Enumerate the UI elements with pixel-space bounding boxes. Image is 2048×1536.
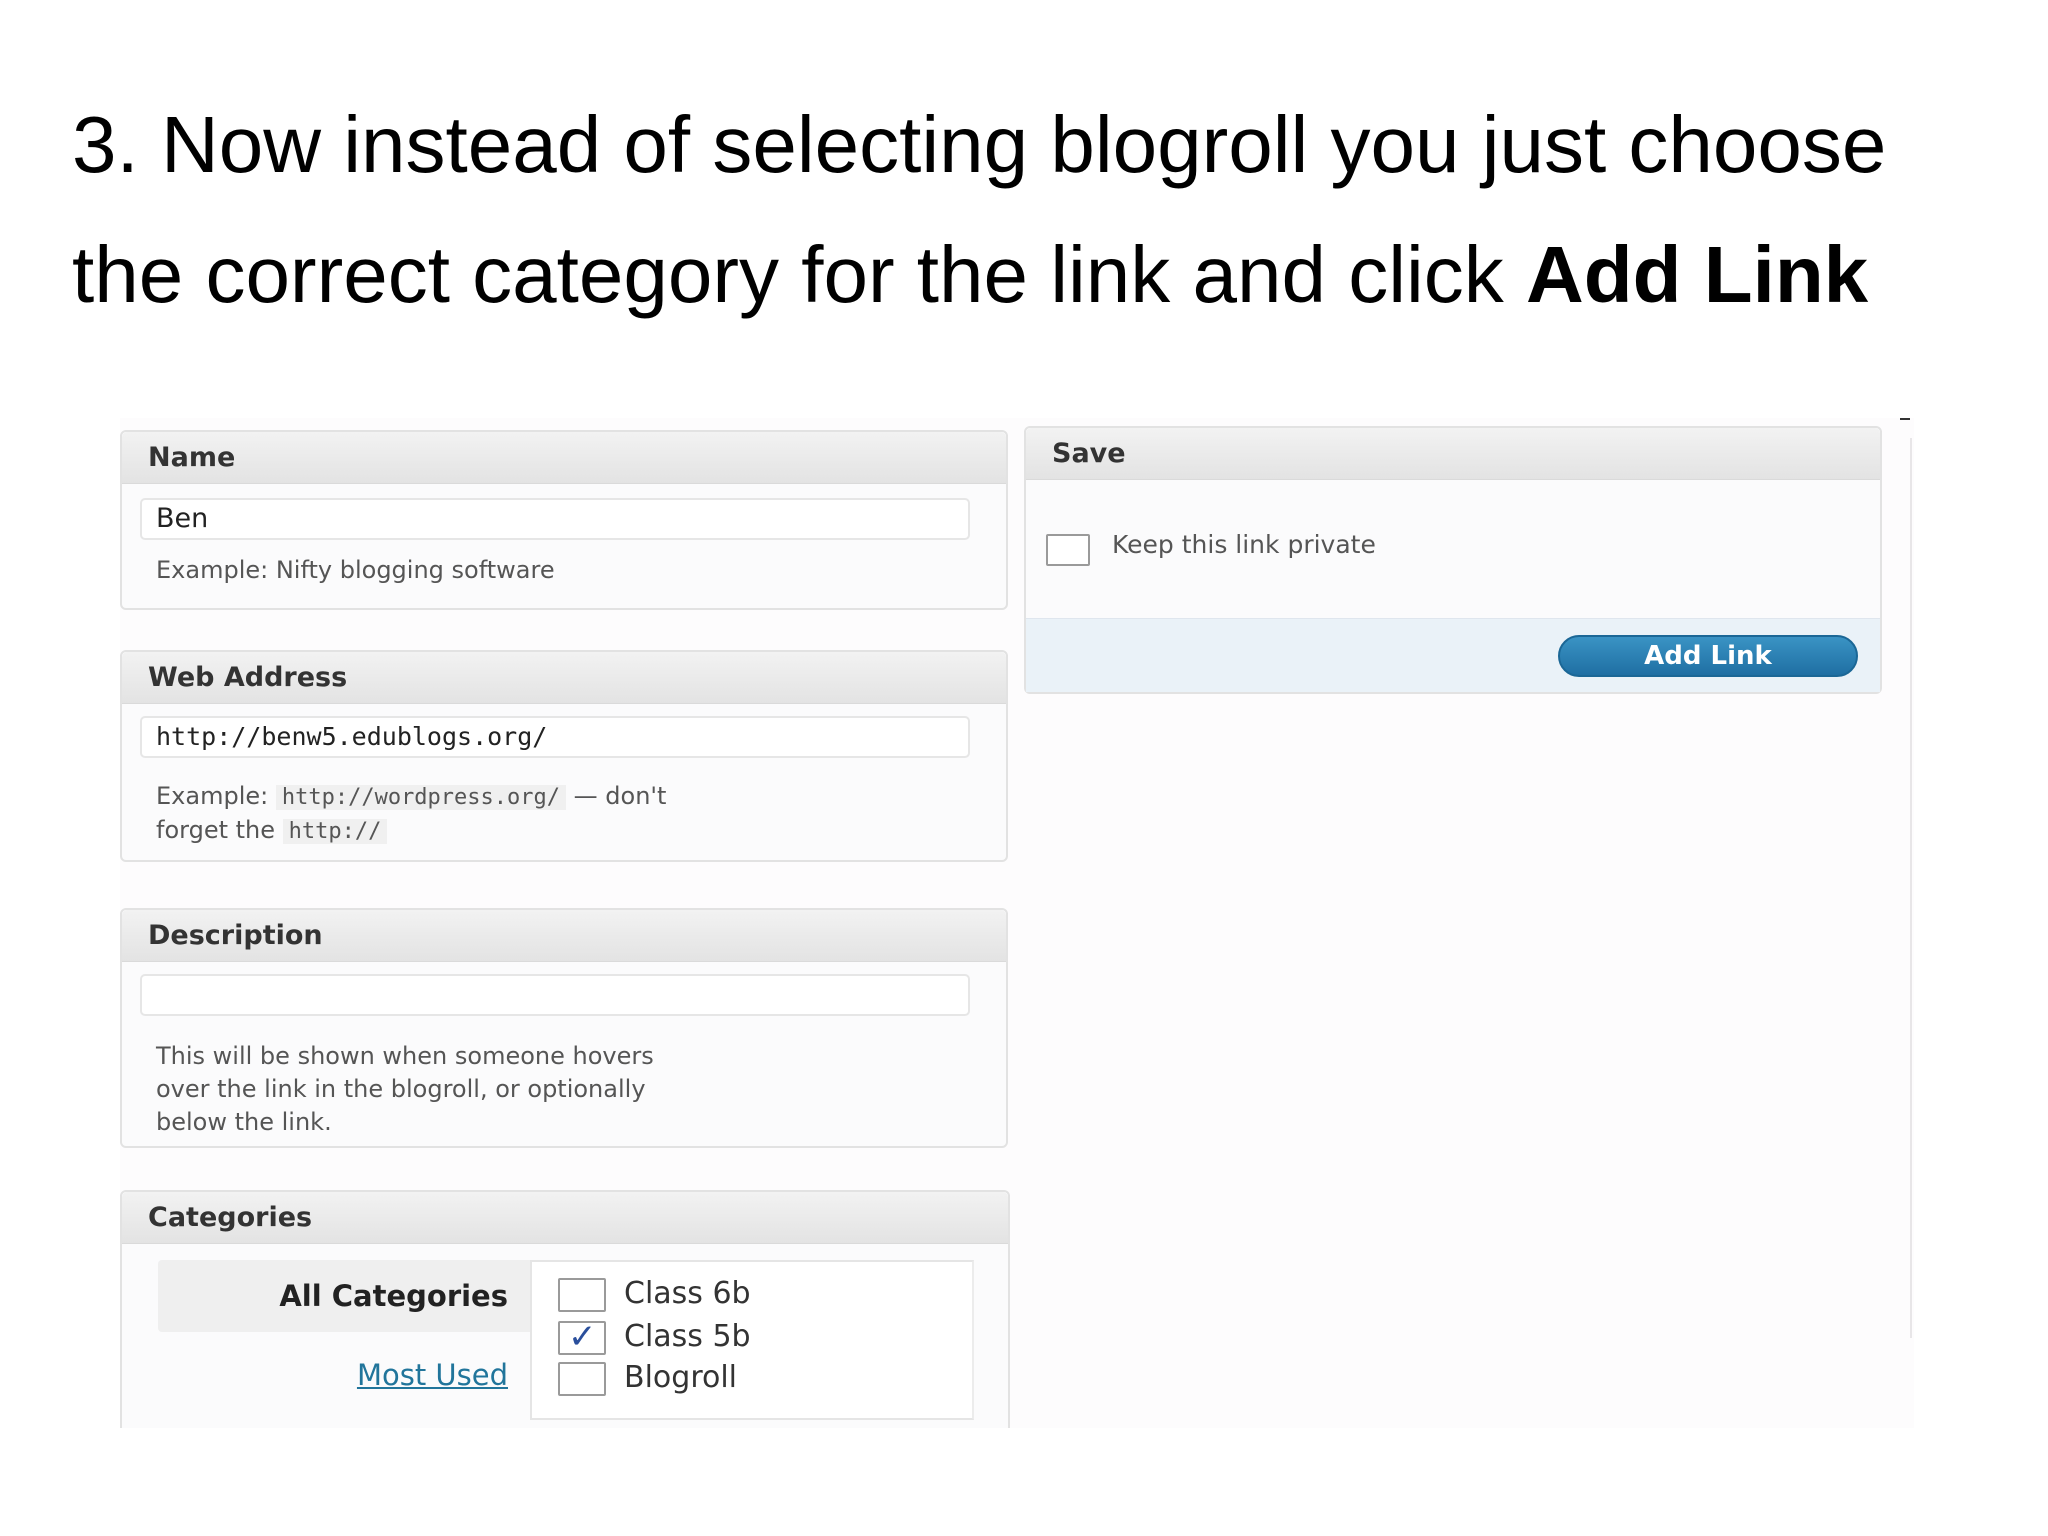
category-checklist: Class 6b Class 5b Blogroll [530,1260,974,1420]
categories-panel-title: Categories [122,1192,1008,1244]
web-address-panel: Web Address http://benw5.edublogs.org/ E… [120,650,1008,862]
web-address-panel-title: Web Address [122,652,1006,704]
save-panel-title: Save [1026,428,1880,480]
hint-prefix: Example: [156,782,269,810]
category-label: Class 6b [624,1276,751,1311]
panel-edge [1910,438,1912,1338]
category-checkbox-checked[interactable] [558,1317,606,1357]
name-hint: Example: Nifty blogging software [156,556,555,584]
edge-mark [1900,418,1910,420]
category-label: Blogroll [624,1360,738,1395]
description-hint: This will be shown when someone hovers o… [156,1040,654,1139]
hint-protocol: http:// [282,819,388,844]
category-label: Class 5b [624,1319,751,1354]
description-panel: Description This will be shown when some… [120,908,1008,1148]
instruction-line-1: 3. Now instead of selecting blogroll you… [72,100,1887,189]
hint-example-url: http://wordpress.org/ [275,785,567,810]
name-panel: Name Ben Example: Nifty blogging softwar… [120,430,1008,610]
add-link-button[interactable]: Add Link [1558,635,1858,677]
category-checkbox[interactable] [558,1278,606,1312]
instruction-text: 3. Now instead of selecting blogroll you… [72,80,1972,340]
instruction-emphasis: Add Link [1525,230,1869,319]
description-hint-line-1: This will be shown when someone hovers [156,1042,654,1070]
add-link-screenshot: Name Ben Example: Nifty blogging softwar… [120,418,1914,1428]
description-panel-title: Description [122,910,1006,962]
description-hint-line-2: over the link in the blogroll, or option… [156,1075,646,1103]
keep-private-label: Keep this link private [1112,530,1376,559]
web-address-hint: Example: http://wordpress.org/ — don't f… [156,780,666,848]
description-hint-line-3: below the link. [156,1108,332,1136]
name-panel-title: Name [122,432,1006,484]
hint-middle: — don't [573,782,667,810]
instruction-line-2: the correct category for the link and cl… [72,230,1526,319]
tab-all-categories[interactable]: All Categories [158,1260,530,1332]
name-input[interactable]: Ben [140,498,970,540]
category-checkbox[interactable] [558,1362,606,1396]
categories-panel: Categories All Categories Most Used Clas… [120,1190,1010,1428]
tab-most-used[interactable]: Most Used [357,1358,508,1392]
web-address-input[interactable]: http://benw5.edublogs.org/ [140,716,970,758]
hint-line2-prefix: forget the [156,816,276,844]
description-input[interactable] [140,974,970,1016]
save-panel: Save Keep this link private Add Link [1024,426,1882,694]
category-tabs: All Categories Most Used [158,1260,530,1420]
keep-private-checkbox[interactable] [1046,534,1090,566]
